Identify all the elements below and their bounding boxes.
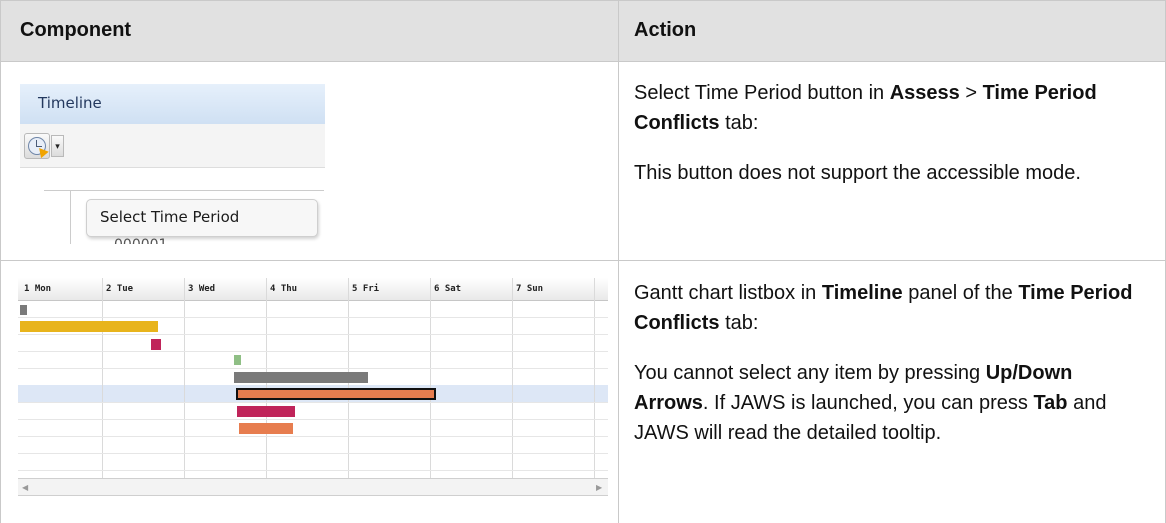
gantt-bar[interactable] bbox=[237, 406, 295, 417]
gantt-bar[interactable] bbox=[239, 423, 293, 434]
scroll-left-icon[interactable]: ◀ bbox=[22, 483, 28, 492]
gantt-bar[interactable] bbox=[20, 321, 158, 332]
horizontal-scrollbar[interactable]: ◀ ▶ bbox=[18, 478, 608, 496]
column-divider bbox=[618, 0, 619, 523]
partial-hidden-text: 000001 bbox=[114, 237, 167, 244]
day-label: 4 Thu bbox=[270, 284, 298, 294]
timeline-toolbar bbox=[20, 124, 325, 168]
gantt-chart-screenshot: 1 Mon 2 Tue 3 Wed 4 Thu 5 Fri 6 Sat 7 Su… bbox=[18, 278, 608, 501]
gantt-bar[interactable] bbox=[234, 355, 241, 365]
gantt-bar[interactable] bbox=[151, 339, 161, 350]
day-label: 2 Tue bbox=[106, 284, 134, 294]
row2-action: Gantt chart listbox in Timeline panel of… bbox=[634, 278, 1149, 468]
day-label: 5 Fri bbox=[352, 284, 380, 294]
header-component: Component bbox=[20, 19, 132, 41]
scroll-right-icon[interactable]: ▶ bbox=[596, 483, 602, 492]
table-header: Component Action bbox=[0, 0, 1166, 62]
day-label: 1 Mon bbox=[24, 284, 52, 294]
select-time-period-tooltip: Select Time Period bbox=[86, 199, 318, 237]
row1-action: Select Time Period button in Assess > Ti… bbox=[634, 78, 1149, 208]
row2-action-p1: Gantt chart listbox in Timeline panel of… bbox=[634, 282, 1133, 334]
row1-action-p1: Select Time Period button in Assess > Ti… bbox=[634, 82, 1097, 134]
timeline-panel-header: Timeline bbox=[20, 84, 325, 125]
gantt-bar-selected[interactable] bbox=[236, 388, 436, 400]
day-label: 6 Sat bbox=[434, 284, 462, 294]
dropdown-arrow-button[interactable]: ▾ bbox=[51, 135, 64, 157]
table-left-border bbox=[0, 0, 1, 523]
day-label: 7 Sun bbox=[516, 284, 544, 294]
day-label: 3 Wed bbox=[188, 284, 216, 294]
row2-action-p2: You cannot select any item by pressing U… bbox=[634, 362, 1107, 444]
select-time-period-button[interactable] bbox=[24, 133, 50, 159]
timeline-panel-title: Timeline bbox=[38, 94, 102, 112]
gantt-bar[interactable] bbox=[234, 372, 368, 383]
row-divider bbox=[0, 260, 1166, 261]
gantt-day-header: 1 Mon 2 Tue 3 Wed 4 Thu 5 Fri 6 Sat 7 Su… bbox=[18, 278, 608, 301]
tooltip-text: Select Time Period bbox=[100, 208, 240, 226]
row1-action-p2: This button does not support the accessi… bbox=[634, 162, 1081, 184]
component-action-table: Component Action Timeline ▾ 000001 Selec… bbox=[0, 0, 1166, 523]
timeline-screenshot: Timeline ▾ 000001 Select Time Period bbox=[20, 84, 325, 244]
header-action: Action bbox=[634, 19, 697, 41]
gantt-bar[interactable] bbox=[20, 305, 27, 315]
